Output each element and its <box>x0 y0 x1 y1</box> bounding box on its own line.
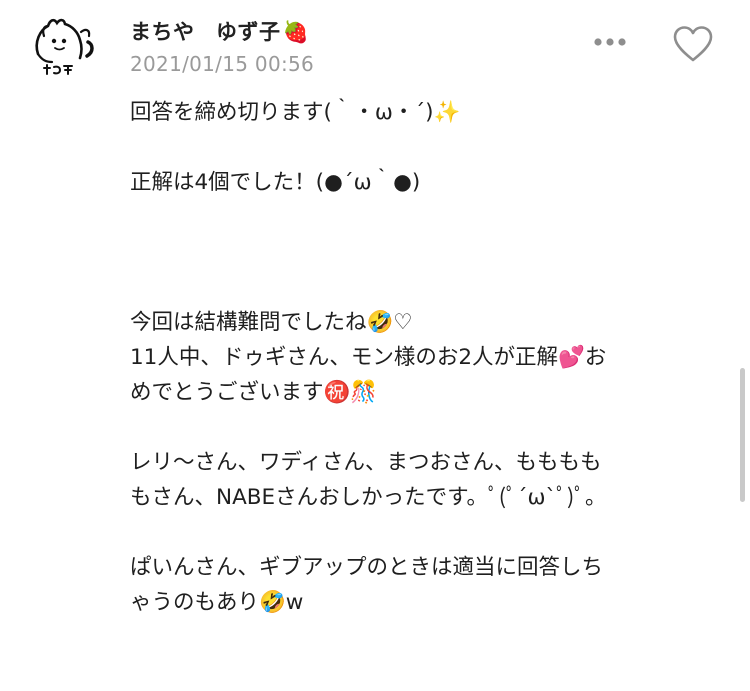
body-line <box>130 200 720 235</box>
scrollbar-thumb[interactable] <box>740 368 745 502</box>
body-line <box>130 235 720 270</box>
body-line: めでとうございます㊗️🎊 <box>130 380 378 405</box>
more-dots-icon <box>594 38 626 46</box>
body-line: 11人中、ドゥギさん、モン様のお2人が正解💕お <box>130 345 607 370</box>
body-line <box>130 270 720 305</box>
like-button[interactable] <box>670 22 716 66</box>
post-timestamp: 2021/01/15 00:56 <box>130 52 315 76</box>
body-line: もさん、NABEさんおしかったです。ﾟ(ﾟ´ω`ﾟ)ﾟ。 <box>130 485 607 510</box>
post-card: まちや ゆず子🍓 2021/01/15 00:56 回答を締め切ります(｀・ω・… <box>0 0 750 691</box>
author-name-text: まちや ゆず子 <box>130 20 281 44</box>
body-line <box>130 410 720 445</box>
body-line: 正解は4個でした！(●´ω｀●) <box>130 170 421 195</box>
heart-outline-icon <box>673 26 713 62</box>
author-name[interactable]: まちや ゆず子🍓 <box>130 16 309 46</box>
body-line: 回答を締め切ります(｀・ω・´)✨ <box>130 100 461 125</box>
body-line: ぱいんさん、ギブアップのときは適当に回答しち <box>130 555 604 580</box>
body-line <box>130 130 720 165</box>
avatar[interactable] <box>24 14 100 90</box>
strawberry-icon: 🍓 <box>282 20 310 44</box>
avatar-illustration-icon <box>35 18 94 75</box>
body-line: ゃうのもあり🤣w <box>130 590 304 615</box>
post-body: 回答を締め切ります(｀・ω・´)✨ 正解は4個でした！(●´ω｀●) 今回は結構… <box>130 95 720 620</box>
body-line: 今回は結構難問でしたね🤣♡ <box>130 310 413 335</box>
body-line: レリ〜さん、ワディさん、まつおさん、もももも <box>130 450 602 475</box>
more-options-button[interactable] <box>590 28 630 56</box>
body-line <box>130 515 720 550</box>
